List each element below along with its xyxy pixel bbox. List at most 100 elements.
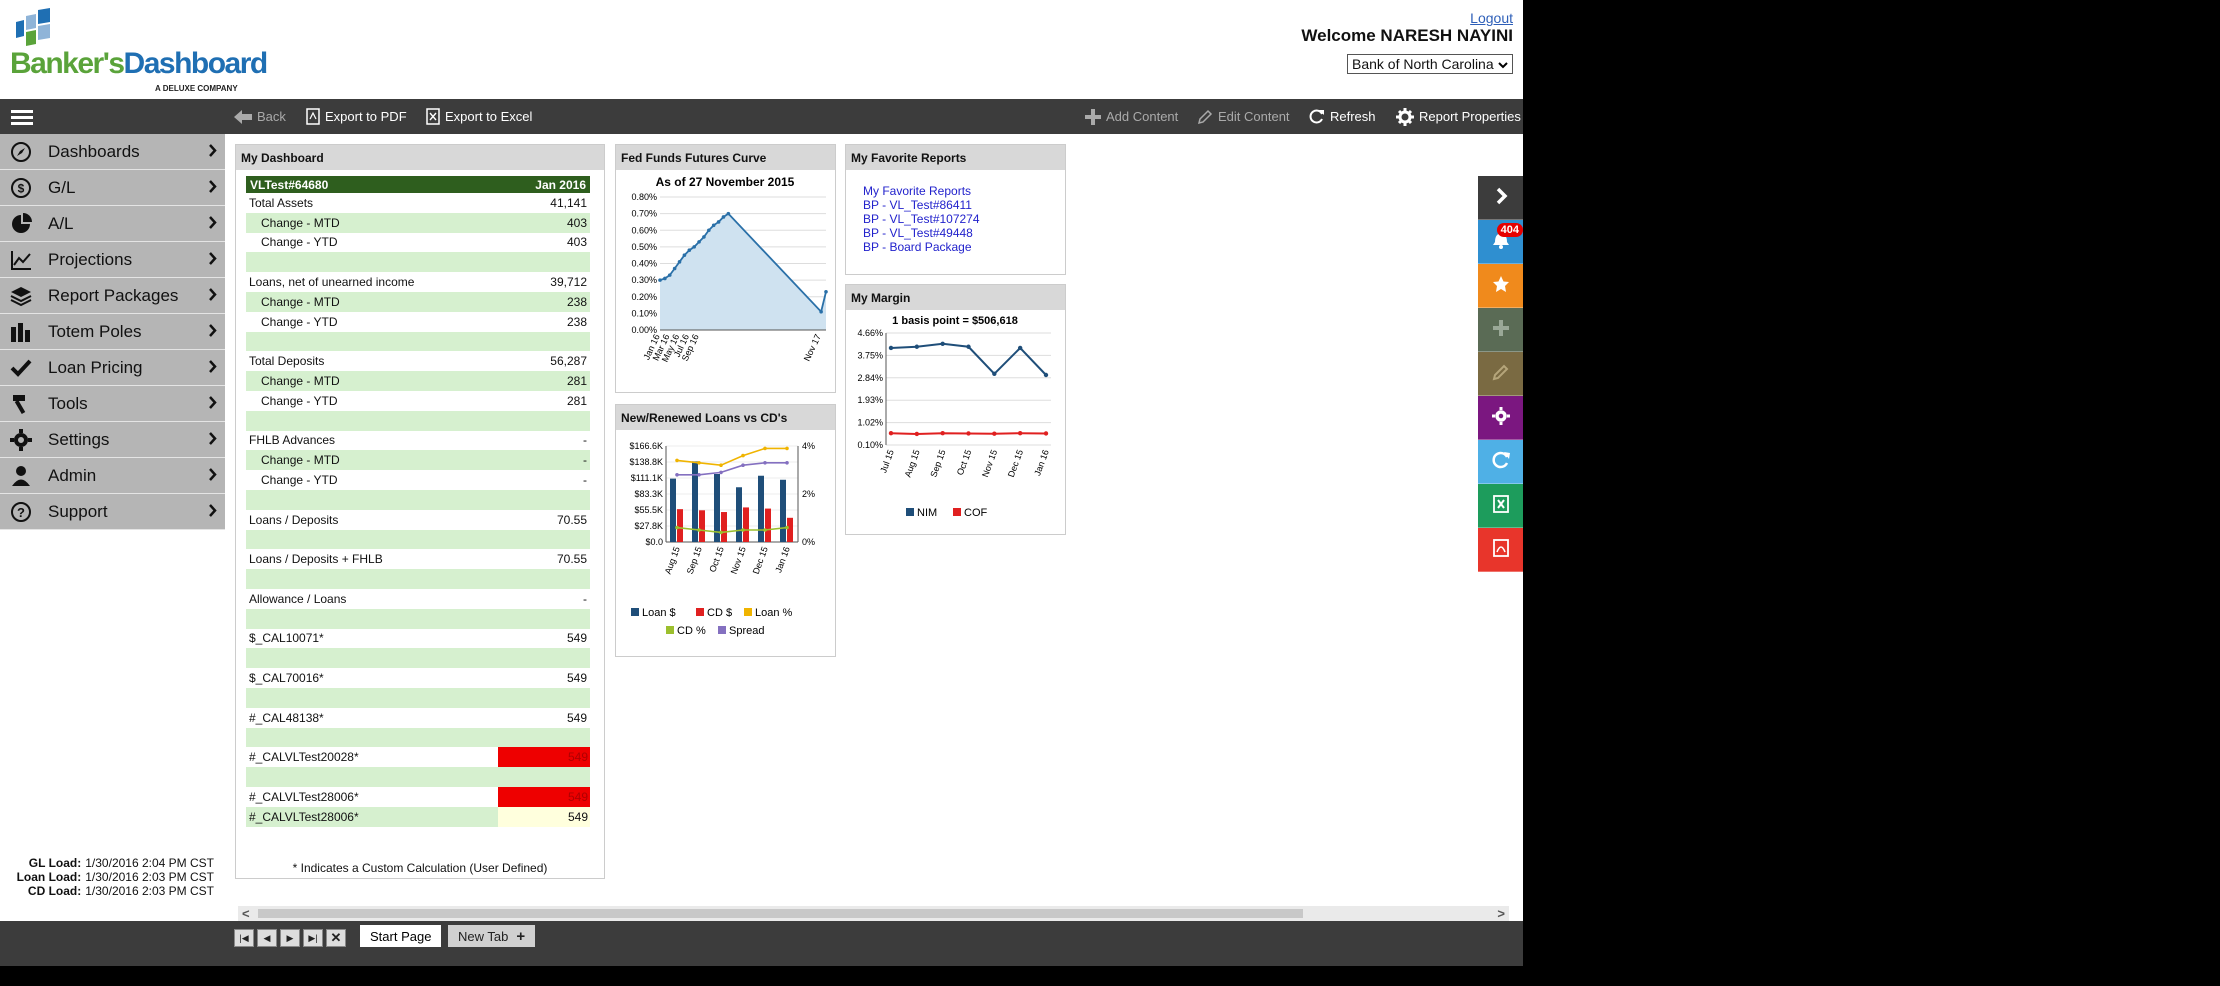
data-point xyxy=(719,470,723,475)
y-left-tick-label: $55.5K xyxy=(634,505,663,515)
sidebar-item-tools[interactable]: Tools xyxy=(0,386,225,422)
row-label: Total Assets xyxy=(249,195,314,210)
quickbar-favorites-star-button[interactable] xyxy=(1478,264,1523,308)
tab-new-tab[interactable]: New Tab + xyxy=(448,925,536,947)
header: Banker'sDashboard A DELUXE COMPANY Logou… xyxy=(0,0,1523,99)
tab-start-page[interactable]: Start Page xyxy=(360,925,442,947)
favorite-report-link[interactable]: BP - VL_Test#49448 xyxy=(863,226,1065,240)
help-icon: ? xyxy=(8,499,34,525)
row-label: #_CALVLTest20028* xyxy=(249,750,359,765)
bank-select[interactable]: Bank of North Carolina xyxy=(1347,54,1513,74)
y-tick-label: 0.60% xyxy=(631,225,657,235)
data-point xyxy=(697,528,701,532)
load-row: CD Load: 1/30/2016 2:03 PM CST xyxy=(0,884,214,898)
quickbar-settings-gear-button[interactable] xyxy=(1478,396,1523,440)
data-point xyxy=(707,228,711,233)
refresh-button[interactable]: Refresh xyxy=(1308,99,1376,134)
last-tab-icon[interactable]: ▶| xyxy=(303,929,323,947)
data-point xyxy=(741,528,745,532)
row-value: 56,287 xyxy=(550,354,587,369)
y-tick-label: 0.40% xyxy=(631,259,657,269)
data-point xyxy=(721,215,726,219)
pdf-file-icon xyxy=(306,108,320,125)
row-label: Change - YTD xyxy=(261,393,338,408)
sidebar-item-support[interactable]: ? Support xyxy=(0,494,225,530)
sidebar-item-settings[interactable]: Settings xyxy=(0,422,225,458)
edit-pencil-icon xyxy=(1492,363,1510,384)
bars-icon xyxy=(8,319,34,345)
row-value: - xyxy=(583,591,587,606)
svg-text:?: ? xyxy=(17,505,25,520)
close-tab-icon[interactable]: ✕ xyxy=(326,929,346,947)
add-tab-icon[interactable]: + xyxy=(516,928,525,945)
horizontal-scrollbar[interactable]: < > xyxy=(238,906,1509,921)
export-pdf-button[interactable]: Export to PDF xyxy=(306,99,407,134)
quickbar-add-button[interactable] xyxy=(1478,308,1523,352)
table-header-name: VLTest#64680 xyxy=(250,178,329,192)
quickbar-expand-panel-button[interactable] xyxy=(1478,176,1523,220)
sidebar-item-projections[interactable]: Projections xyxy=(0,242,225,278)
back-button[interactable]: Back xyxy=(234,99,286,134)
scrollbar-thumb[interactable] xyxy=(258,909,1303,918)
fed-funds-chart: As of 27 November 2015 0.80% 0.70% 0.60% 0.5… xyxy=(631,175,828,364)
row-label: #_CALVLTest28006* xyxy=(249,809,359,824)
legend-swatch xyxy=(744,608,752,616)
legend-label: COF xyxy=(964,507,988,519)
refresh-icon xyxy=(1309,109,1324,124)
quickbar-pdf-export-button[interactable] xyxy=(1478,528,1523,572)
y-tick-label: 0.70% xyxy=(631,209,657,219)
y-tick-label: 4.66% xyxy=(857,328,883,338)
sidebar-item-dashboards[interactable]: Dashboards xyxy=(0,134,225,170)
row-value: 39,712 xyxy=(550,275,587,290)
y-tick-label: 0.80% xyxy=(631,192,657,202)
favorite-links: My Favorite Reports BP - VL_Test#86411 BP … xyxy=(846,170,1065,254)
favorite-report-link[interactable]: BP - VL_Test#107274 xyxy=(863,212,1065,226)
quickbar-excel-export-button[interactable] xyxy=(1478,484,1523,528)
x-tick-label: Oct 15 xyxy=(955,448,973,476)
legend-label: NIM xyxy=(917,507,937,519)
bottom-tab-bar: |◀ ◀ ▶ ▶| ✕ Start Page New Tab + xyxy=(0,921,1523,966)
next-tab-icon[interactable]: ▶ xyxy=(280,929,300,947)
favorite-report-link[interactable]: BP - Board Package xyxy=(863,240,1065,254)
quickbar-edit-pencil-button[interactable] xyxy=(1478,352,1523,396)
first-tab-icon[interactable]: |◀ xyxy=(234,929,254,947)
new-loans-panel: New/Renewed Loans vs CD's $166.6K $138.8K… xyxy=(615,404,836,657)
legend-label: CD $ xyxy=(707,607,732,619)
sidebar-item-totem-poles[interactable]: Totem Poles xyxy=(0,314,225,350)
table-row xyxy=(246,687,590,708)
welcome-text: Welcome NARESH NAYINI xyxy=(1301,26,1513,45)
data-point xyxy=(966,431,971,436)
sidebar: Dashboards $ G/L A/L Projections Report Packa… xyxy=(0,134,225,530)
table-header: VLTest#64680 Jan 2016 xyxy=(246,176,590,193)
sidebar-item-loan-pricing[interactable]: Loan Pricing xyxy=(0,350,225,386)
add-content-button[interactable]: Add Content xyxy=(1085,99,1178,134)
panel-title: My Dashboard xyxy=(236,145,604,170)
edit-content-button[interactable]: Edit Content xyxy=(1197,99,1290,134)
data-point xyxy=(914,344,920,349)
logout-link[interactable]: Logout xyxy=(1470,10,1513,26)
scroll-right-icon[interactable]: > xyxy=(1497,906,1505,921)
favorite-report-link[interactable]: My Favorite Reports xyxy=(863,184,1065,198)
table-row xyxy=(246,529,590,550)
favorite-report-link[interactable]: BP - VL_Test#86411 xyxy=(863,198,1065,212)
data-point xyxy=(1017,345,1023,351)
chevron-right-icon xyxy=(208,396,217,413)
prev-tab-icon[interactable]: ◀ xyxy=(257,929,277,947)
menu-icon[interactable] xyxy=(11,110,33,126)
sidebar-item-report-packages[interactable]: Report Packages xyxy=(0,278,225,314)
sidebar-item-admin[interactable]: Admin xyxy=(0,458,225,494)
sidebar-item-g-l[interactable]: $ G/L xyxy=(0,170,225,206)
report-properties-button[interactable]: Report Properties xyxy=(1396,99,1521,134)
data-point xyxy=(682,253,687,257)
quickbar-refresh-button[interactable] xyxy=(1478,440,1523,484)
bar-cd xyxy=(787,517,793,542)
table-row xyxy=(246,767,590,787)
data-point xyxy=(663,276,667,281)
scroll-left-icon[interactable]: < xyxy=(242,906,250,921)
x-tick-label: Nov 17 xyxy=(802,333,823,363)
quickbar-notifications-button[interactable]: 404 xyxy=(1478,220,1523,264)
my-margin-panel: My Margin 1 basis point = $506,618 4.66% 3… xyxy=(845,284,1066,535)
row-value: 281 xyxy=(566,393,587,408)
export-excel-button[interactable]: Export to Excel xyxy=(426,99,532,134)
sidebar-item-a-l[interactable]: A/L xyxy=(0,206,225,242)
